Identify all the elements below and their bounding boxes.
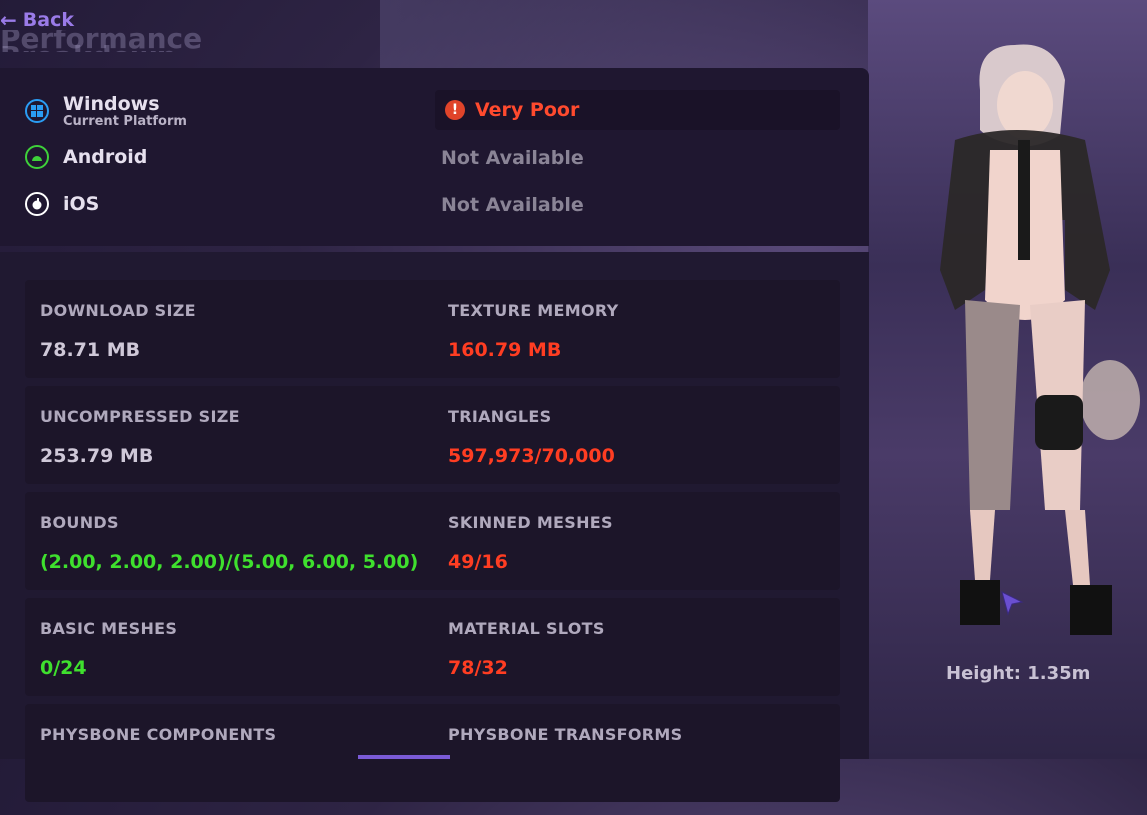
stat-label: BASIC MESHES bbox=[40, 619, 178, 638]
background-streak bbox=[380, 0, 900, 70]
stat-label: MATERIAL SLOTS bbox=[448, 619, 605, 638]
stat-value: 0/24 bbox=[40, 657, 87, 679]
stat-value: 78.71 MB bbox=[40, 339, 141, 361]
stat-physbone-components: PHYSBONE COMPONENTS bbox=[40, 725, 420, 815]
platform-row-ios[interactable]: iOS bbox=[25, 192, 99, 216]
ios-rating: Not Available bbox=[435, 185, 840, 225]
warning-icon: ! bbox=[445, 100, 465, 120]
stat-label: PHYSBONE COMPONENTS bbox=[40, 725, 277, 744]
stat-uncompressed-size: UNCOMPRESSED SIZE 253.79 MB bbox=[40, 407, 420, 497]
avatar-height-label: Height: 1.35m bbox=[946, 663, 1091, 684]
platform-sub: Current Platform bbox=[63, 114, 187, 129]
platform-panel: Windows Current Platform Android iOS ! V… bbox=[0, 68, 869, 246]
stat-label: UNCOMPRESSED SIZE bbox=[40, 407, 240, 426]
stat-label: SKINNED MESHES bbox=[448, 513, 613, 532]
avatar-preview[interactable] bbox=[915, 40, 1145, 640]
platform-row-windows[interactable]: Windows Current Platform bbox=[25, 93, 187, 129]
stat-physbone-transforms: PHYSBONE TRANSFORMS bbox=[448, 725, 828, 815]
stat-value: 78/32 bbox=[448, 657, 508, 679]
platform-name: iOS bbox=[63, 193, 100, 215]
cursor-icon bbox=[1001, 591, 1024, 616]
stat-value: 160.79 MB bbox=[448, 339, 562, 361]
rating-label: Not Available bbox=[441, 194, 584, 216]
stat-material-slots: MATERIAL SLOTS 78/32 bbox=[448, 619, 828, 709]
stat-label: PHYSBONE TRANSFORMS bbox=[448, 725, 683, 744]
windows-rating: ! Very Poor bbox=[435, 90, 840, 130]
android-rating: Not Available bbox=[435, 138, 840, 178]
stat-value: 597,973/70,000 bbox=[448, 445, 615, 467]
rating-label: Not Available bbox=[441, 147, 584, 169]
arrow-left-icon: ← bbox=[0, 8, 17, 32]
platform-name: Android bbox=[63, 146, 148, 168]
stat-triangles: TRIANGLES 597,973/70,000 bbox=[448, 407, 828, 497]
platform-row-android[interactable]: Android bbox=[25, 145, 147, 169]
stat-skinned-meshes: SKINNED MESHES 49/16 bbox=[448, 513, 828, 603]
stat-bounds: BOUNDS (2.00, 2.00, 2.00)/(5.00, 6.00, 5… bbox=[40, 513, 440, 603]
stat-value: 49/16 bbox=[448, 551, 508, 573]
platform-name: Windows bbox=[63, 93, 160, 115]
stat-value: 253.79 MB bbox=[40, 445, 154, 467]
stats-panel: DOWNLOAD SIZE 78.71 MB TEXTURE MEMORY 16… bbox=[0, 252, 869, 802]
stat-label: TEXTURE MEMORY bbox=[448, 301, 619, 320]
stat-value: (2.00, 2.00, 2.00)/(5.00, 6.00, 5.00) bbox=[40, 551, 419, 573]
apple-icon bbox=[25, 192, 49, 216]
stat-download-size: DOWNLOAD SIZE 78.71 MB bbox=[40, 301, 420, 391]
stat-label: DOWNLOAD SIZE bbox=[40, 301, 196, 320]
stat-label: BOUNDS bbox=[40, 513, 119, 532]
stat-label: TRIANGLES bbox=[448, 407, 552, 426]
stat-basic-meshes: BASIC MESHES 0/24 bbox=[40, 619, 420, 709]
page-title: Performance Breakdown bbox=[0, 30, 203, 52]
scroll-indicator bbox=[358, 755, 450, 759]
windows-icon bbox=[25, 99, 49, 123]
android-icon bbox=[25, 145, 49, 169]
back-label: Back bbox=[22, 9, 74, 31]
rating-label: Very Poor bbox=[475, 99, 580, 121]
stat-texture-memory: TEXTURE MEMORY 160.79 MB bbox=[448, 301, 828, 391]
